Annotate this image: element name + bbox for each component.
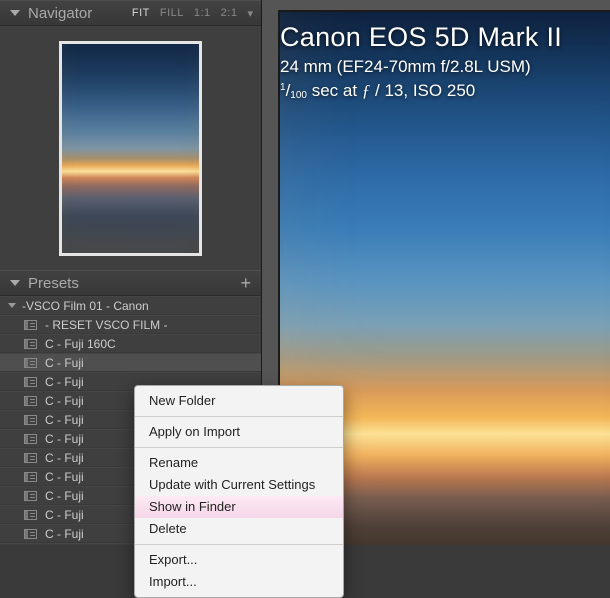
preset-label: - RESET VSCO FILM - [45, 318, 167, 332]
context-menu: New Folder Apply on Import RenameUpdate wi… [134, 385, 344, 598]
zoom-more-icon[interactable]: ▾ [247, 7, 251, 20]
folder-label: -VSCO Film 01 - Canon [22, 299, 149, 313]
presets-panel-header[interactable]: Presets + [0, 270, 261, 296]
navigator-panel-header[interactable]: Navigator FIT FILL 1:1 2:1 ▾ [0, 0, 261, 26]
preset-label: C - Fuji [45, 527, 84, 541]
lens-info: 24 mm (EF24-70mm f/2.8L USM) [280, 57, 562, 77]
zoom-fill[interactable]: FILL [160, 7, 184, 20]
menu-item[interactable]: New Folder [135, 390, 343, 412]
navigator-title: Navigator [28, 5, 132, 22]
collapse-icon [10, 10, 20, 16]
preset-icon [24, 434, 37, 444]
preset-icon [24, 472, 37, 482]
preset-icon [24, 415, 37, 425]
preset-item[interactable]: C - Fuji [0, 353, 261, 372]
preset-icon [24, 491, 37, 501]
zoom-2-1[interactable]: 2:1 [221, 7, 238, 20]
presets-title: Presets [28, 275, 240, 292]
zoom-1-1[interactable]: 1:1 [194, 7, 211, 20]
zoom-levels: FIT FILL 1:1 2:1 ▾ [132, 7, 251, 20]
photo-info-overlay: Canon EOS 5D Mark II 24 mm (EF24-70mm f/… [280, 22, 562, 101]
collapse-icon [10, 280, 20, 286]
menu-item[interactable]: Import... [135, 571, 343, 593]
menu-item[interactable]: Rename [135, 452, 343, 474]
preset-label: C - Fuji 160C [45, 337, 116, 351]
menu-item[interactable]: Update with Current Settings [135, 474, 343, 496]
preset-folder[interactable]: -VSCO Film 01 - Canon [0, 296, 261, 315]
preset-icon [24, 339, 37, 349]
zoom-fit[interactable]: FIT [132, 7, 150, 20]
preset-label: C - Fuji [45, 451, 84, 465]
menu-separator [135, 447, 343, 448]
preset-label: C - Fuji [45, 394, 84, 408]
preset-item[interactable]: - RESET VSCO FILM - [0, 315, 261, 334]
preset-icon [24, 377, 37, 387]
folder-expand-icon [8, 303, 16, 308]
preset-label: C - Fuji [45, 356, 84, 370]
menu-separator [135, 416, 343, 417]
preset-label: C - Fuji [45, 470, 84, 484]
exposure-info: 1/100 sec at ƒ / 13, ISO 250 [280, 81, 562, 101]
camera-model: Canon EOS 5D Mark II [280, 22, 562, 53]
preset-label: C - Fuji [45, 375, 84, 389]
preset-icon [24, 396, 37, 406]
preset-icon [24, 358, 37, 368]
preset-label: C - Fuji [45, 432, 84, 446]
add-preset-button[interactable]: + [240, 276, 251, 290]
preset-label: C - Fuji [45, 489, 84, 503]
menu-item[interactable]: Show in Finder [135, 496, 343, 518]
preset-item[interactable]: C - Fuji 160C [0, 334, 261, 353]
preset-icon [24, 510, 37, 520]
navigator-body [0, 26, 261, 270]
preset-label: C - Fuji [45, 508, 84, 522]
preset-icon [24, 529, 37, 539]
navigator-thumbnail[interactable] [59, 41, 202, 256]
preset-icon [24, 453, 37, 463]
preset-label: C - Fuji [45, 413, 84, 427]
preset-icon [24, 320, 37, 330]
menu-item[interactable]: Delete [135, 518, 343, 540]
menu-item[interactable]: Export... [135, 549, 343, 571]
menu-item[interactable]: Apply on Import [135, 421, 343, 443]
